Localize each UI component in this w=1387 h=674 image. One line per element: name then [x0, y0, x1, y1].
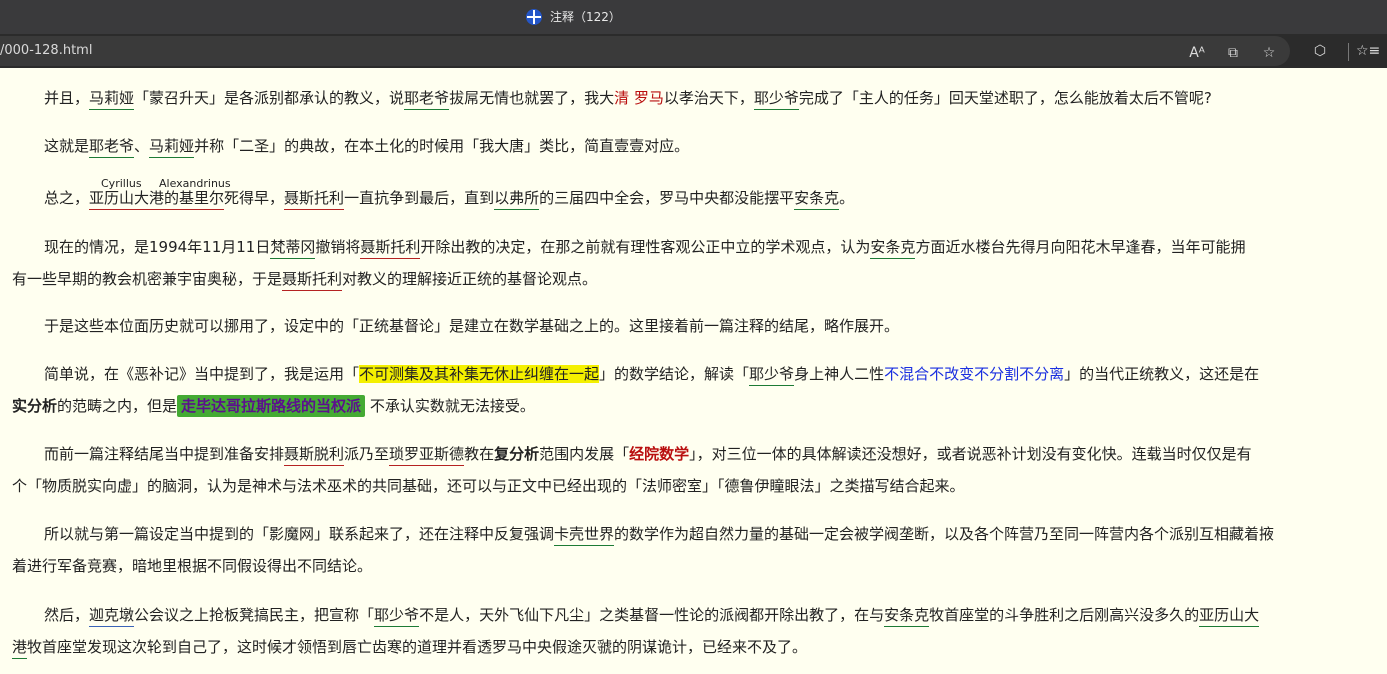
favorites-bar-icon[interactable]: ☆≡	[1356, 41, 1380, 61]
paragraph-2: 这就是耶老爷、马莉娅并称「二圣」的典故，在本土化的时候用「我大唐」类比，简直壹壹…	[12, 131, 1362, 162]
p2-text-e: 并称「二圣」的典故，在本土化的时候用「我大唐」类比，简直壹壹对应。	[194, 137, 690, 155]
p9-text-a: 然后，	[44, 606, 90, 624]
term-mariya[interactable]: 马莉娅	[89, 89, 135, 110]
term-alexandria-port[interactable]: 港	[12, 638, 28, 659]
p9-text-g: 牧首座堂的斗争胜利之后刚高兴没多久的	[929, 606, 1200, 624]
p6-text-a: 简单说，在《恶补记》当中提到了，我是运用「	[44, 365, 360, 383]
p4-text-g: 方面近水楼台先得月向阳花木早逢春，当年可能拥	[915, 238, 1246, 256]
p1-text-e: 拔屌无情也就罢了，我大	[449, 89, 615, 107]
p7-text-e: 教在	[464, 445, 495, 463]
paragraph-7: 而前一篇注释结尾当中提到准备安排聂斯脱利派乃至琐罗亚斯德教在复分析范围内发展「经…	[12, 438, 1362, 502]
extensions-icon[interactable]: ⬡	[1309, 41, 1331, 61]
term-mariya-2[interactable]: 马莉娅	[149, 137, 195, 158]
term-ye-shaoye[interactable]: 耶少爷	[753, 89, 799, 110]
term-real-analysis: 实分析	[12, 397, 58, 415]
p7-text-c: 派乃至	[344, 445, 390, 463]
p3-text-i: 。	[839, 189, 855, 207]
url-text[interactable]: /000-128.html	[0, 43, 92, 58]
p7-text-j: 个「物质脱实向虚」的脑洞，认为是神术与法术巫术的共同基础，还可以与正文中已经出现…	[12, 477, 965, 495]
p1-text-j: 完成了「主人的任务」回天堂述职了，怎么能放着太后不管呢?	[798, 89, 1212, 107]
highlight-pythagorean-faction: 走毕达哥拉斯路线的当权派	[177, 395, 366, 417]
paragraph-8: 所以就与第一篇设定当中提到的「影魔网」联系起来了，还在注释中反复强调卡壳世界的数…	[12, 518, 1362, 582]
p8-text-c: 的数学作为超自然力量的基础一定会被学阀垄断，以及各个阵营乃至同一阵营内各个派别互…	[614, 525, 1275, 543]
term-vatican[interactable]: 梵蒂冈	[270, 238, 316, 259]
p1-text-h: 以孝治天下，	[663, 89, 754, 107]
term-rome: 罗马	[633, 89, 664, 107]
term-antioch-2[interactable]: 安条克	[870, 238, 916, 259]
p1-text-c: 「蒙召升天」是各派别都承认的教义，说	[134, 89, 405, 107]
favorite-icon[interactable]: ☆	[1258, 43, 1280, 63]
term-cyril-of-alexandria[interactable]: 亚历山大港的基里尔	[89, 189, 225, 210]
p3-text-e: 一直抗争到最后，直到	[344, 189, 495, 207]
p7-text-i: 」，对三位一体的具体解读还没想好，或者说恶补计划没有变化快。连载当时仅仅是有	[689, 445, 1252, 463]
window-titlebar: 注释（122）	[0, 0, 1387, 34]
term-kake-world[interactable]: 卡壳世界	[554, 525, 615, 546]
term-ephesus[interactable]: 以弗所	[494, 189, 540, 210]
term-antioch[interactable]: 安条克	[794, 189, 840, 210]
p9-text-j: 牧首座堂发现这次轮到自己了，这时候才领悟到唇亡齿寒的道理并看透罗马中央假途灭虢的…	[27, 638, 808, 656]
p4-text-c: 撤销将	[315, 238, 361, 256]
term-zoroaster[interactable]: 琐罗亚斯德	[389, 445, 465, 466]
term-nestorius-3[interactable]: 聂斯托利	[282, 270, 343, 291]
term-ye-laoye[interactable]: 耶老爷	[404, 89, 450, 110]
paragraph-1: 并且，马莉娅「蒙召升天」是各派别都承认的教义，说耶老爷拔屌无情也就罢了，我大清 …	[12, 83, 1362, 114]
term-chalcedonian-definition: 不混合不改变不分割不分离	[884, 365, 1065, 383]
p4-text-e: 开除出教的决定，在那之前就有理性客观公正中立的学术观点，认为	[420, 238, 871, 256]
term-chalcedon[interactable]: 迦克墩	[89, 606, 135, 627]
p3-text-c: 死得早，	[224, 189, 285, 207]
term-alexandria[interactable]: 亚历山大	[1199, 606, 1260, 627]
p6-text-g: 」的当代正统教义，这还是在	[1064, 365, 1260, 383]
p7-text-g: 范围内发展「	[539, 445, 630, 463]
p6-text-c: 」的数学结论，解读「	[599, 365, 750, 383]
p5-text-a: 于是这些本位面历史就可以挪用了，设定中的「正统基督论」是建立在数学基础之上的。这…	[44, 317, 900, 335]
paragraph-9: 然后，迦克墩公会议之上抢板凳搞民主，把宣称「耶少爷不是人，天外飞仙下凡尘」之类基…	[12, 599, 1362, 663]
p8-text-a: 所以就与第一篇设定当中提到的「影魔网」联系起来了，还在注释中反复强调	[44, 525, 555, 543]
term-antioch-3[interactable]: 安条克	[884, 606, 930, 627]
p3-text-g: 的三届四中全会，罗马中央都没能摆平	[539, 189, 795, 207]
p4-text-a: 现在的情况，是1994年11月11日	[44, 238, 271, 256]
toolbar-separator	[1348, 43, 1349, 61]
term-nestorian[interactable]: 聂斯脱利	[284, 445, 345, 466]
paragraph-5: 于是这些本位面历史就可以挪用了，设定中的「正统基督论」是建立在数学基础之上的。这…	[12, 311, 1362, 342]
p1-text-a: 并且，	[44, 89, 90, 107]
ruby-annotation-cyrillus: Cyrillus	[101, 177, 142, 190]
p6-text-e: 身上神人二性	[794, 365, 885, 383]
p3-text-a: 总之，	[44, 189, 90, 207]
paragraph-4: 现在的情况，是1994年11月11日梵蒂冈撤销将聂斯托利开除出教的决定，在那之前…	[12, 231, 1362, 295]
window-title: 注释（122）	[550, 10, 621, 24]
term-scholastic-math: 经院数学	[629, 445, 690, 463]
immersive-reader-icon[interactable]: ⧉	[1222, 43, 1244, 63]
url-field[interactable]: /000-128.html Aᴬ ⧉ ☆	[0, 36, 1290, 66]
term-nestorius-2[interactable]: 聂斯托利	[360, 238, 421, 259]
p2-text-a: 这就是	[44, 137, 90, 155]
term-complex-analysis: 复分析	[494, 445, 540, 463]
term-ye-laoye-2[interactable]: 耶老爷	[89, 137, 135, 158]
site-favicon-icon	[526, 8, 542, 25]
p6-text-k: 不承认实数就无法接受。	[369, 397, 535, 415]
paragraph-6: 简单说，在《恶补记》当中提到了，我是运用「不可测集及其补集无休止纠缠在一起」的数…	[12, 358, 1362, 422]
term-ye-shaoye-2[interactable]: 耶少爷	[749, 365, 795, 386]
p7-text-a: 而前一篇注释结尾当中提到准备安排	[44, 445, 285, 463]
p8-text-d: 着进行军备竞赛，暗地里根据不同假设得出不同结论。	[12, 557, 373, 575]
term-qing: 清	[614, 89, 630, 107]
address-bar: /000-128.html Aᴬ ⧉ ☆ ⬡ ☆≡	[0, 34, 1387, 68]
p9-text-c: 公会议之上抢板凳搞民主，把宣称「	[134, 606, 375, 624]
p6-text-i: 的范畴之内，但是	[57, 397, 178, 415]
highlight-unmeasurable-set: 不可测集及其补集无休止纠缠在一起	[359, 365, 600, 383]
read-aloud-icon[interactable]: Aᴬ	[1186, 43, 1208, 63]
window-title-group: 注释（122）	[526, 8, 621, 25]
p9-text-e: 不是人，天外飞仙下凡尘」之类基督一性论的派阀都开除出教了，在与	[419, 606, 885, 624]
p2-text-c: 、	[134, 137, 150, 155]
ruby-annotation-alexandrinus: Alexandrinus	[159, 177, 231, 190]
term-ye-shaoye-3[interactable]: 耶少爷	[374, 606, 420, 627]
article-content: 并且，马莉娅「蒙召升天」是各派别都承认的教义，说耶老爷拔屌无情也就罢了，我大清 …	[0, 68, 1387, 674]
p4-text-h: 有一些早期的教会机密兼宇宙奥秘，于是	[12, 270, 283, 288]
term-nestorius[interactable]: 聂斯托利	[284, 189, 345, 210]
p4-text-j: 对教义的理解接近正统的基督论观点。	[342, 270, 598, 288]
